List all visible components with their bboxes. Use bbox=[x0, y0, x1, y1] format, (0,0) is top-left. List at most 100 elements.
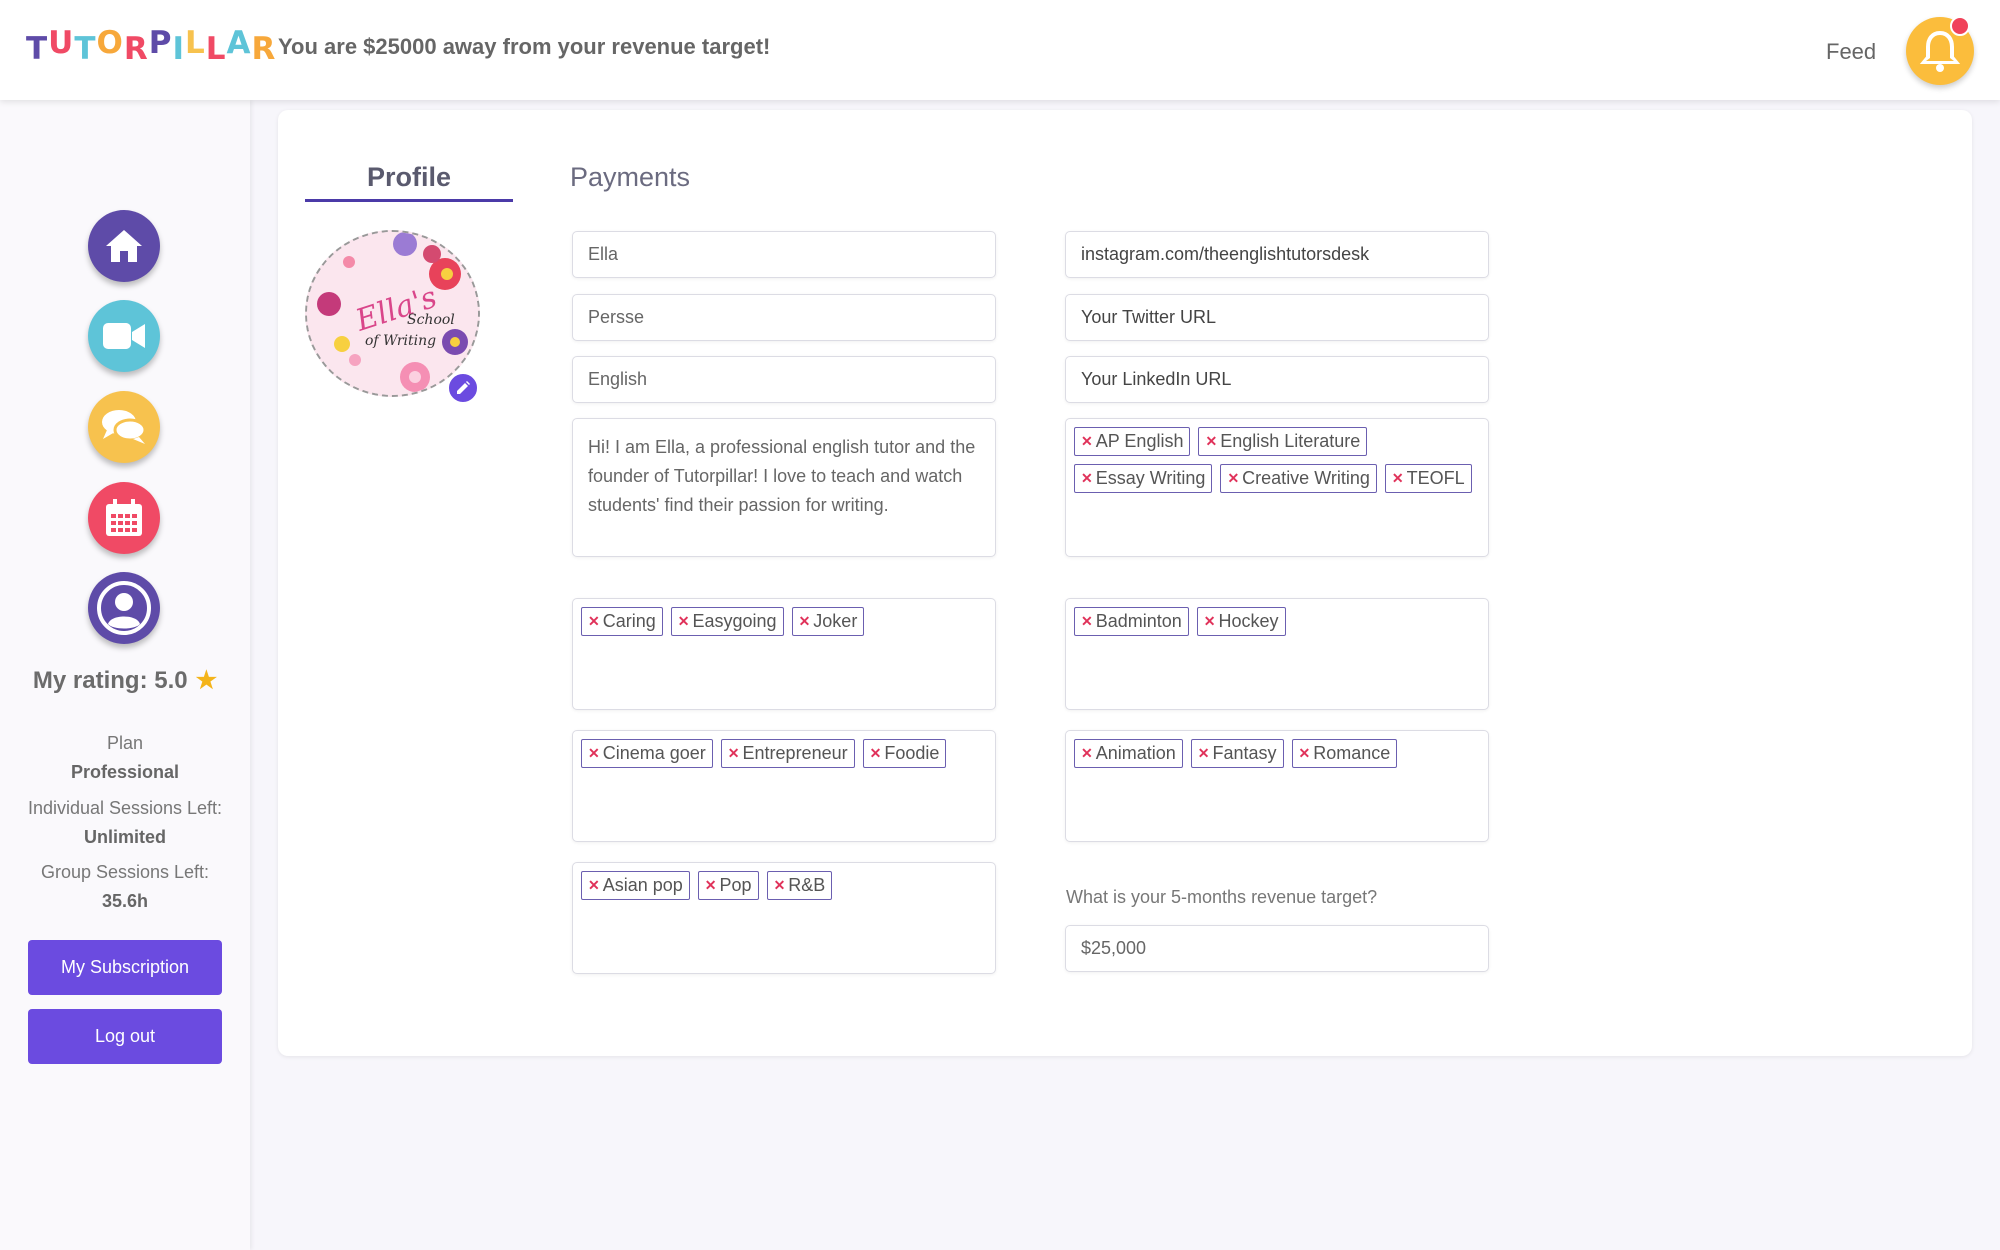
tag-chip[interactable]: ✕ English Literature bbox=[1198, 427, 1368, 456]
tag-label: TEOFL bbox=[1406, 468, 1465, 488]
plan-value: Professional bbox=[70, 762, 180, 782]
calendar-icon bbox=[106, 499, 142, 536]
tag-chip[interactable]: ✕ Caring bbox=[581, 607, 663, 636]
tag-chip[interactable]: ✕ Fantasy bbox=[1190, 739, 1284, 768]
linkedin-field[interactable]: Your LinkedIn URL bbox=[1065, 356, 1489, 403]
remove-tag-icon[interactable]: ✕ bbox=[1081, 433, 1093, 450]
active-tab-indicator bbox=[305, 199, 513, 202]
tag-label: Fantasy bbox=[1212, 743, 1277, 763]
tag-label: Entrepreneur bbox=[742, 743, 848, 763]
tag-chip[interactable]: ✕ Creative Writing bbox=[1220, 464, 1377, 493]
instagram-field[interactable]: instagram.com/theenglishtutorsdesk bbox=[1065, 231, 1489, 278]
tag-chip[interactable]: ✕ Entrepreneur bbox=[720, 739, 855, 768]
tag-label: Joker bbox=[813, 611, 858, 631]
tag-chip[interactable]: ✕ TEOFL bbox=[1384, 464, 1472, 493]
logo-letter: T bbox=[26, 31, 49, 67]
tag-chip[interactable]: ✕ Pop bbox=[697, 871, 759, 900]
logo-letter: I bbox=[172, 31, 186, 67]
remove-tag-icon[interactable]: ✕ bbox=[588, 745, 600, 762]
remove-tag-icon[interactable]: ✕ bbox=[1204, 613, 1216, 630]
tag-chip[interactable]: ✕ Animation bbox=[1074, 739, 1183, 768]
nav-video-button[interactable] bbox=[88, 300, 160, 372]
pencil-icon bbox=[457, 381, 470, 394]
avatar-text-line2: School bbox=[407, 312, 455, 328]
remove-tag-icon[interactable]: ✕ bbox=[588, 877, 600, 894]
avatar[interactable]: Ella's School of Writing bbox=[305, 230, 480, 397]
tutorpillar-logo[interactable]: TUTORPILLAR bbox=[26, 25, 277, 67]
tag-chip[interactable]: ✕ Foodie bbox=[862, 739, 947, 768]
tag-chip[interactable]: ✕ Easygoing bbox=[670, 607, 784, 636]
tab-payments[interactable]: Payments bbox=[570, 162, 690, 193]
revenue-target-field[interactable]: $25,000 bbox=[1065, 925, 1489, 972]
tag-label: Caring bbox=[602, 611, 656, 631]
feed-link[interactable]: Feed bbox=[1826, 39, 1876, 65]
remove-tag-icon[interactable]: ✕ bbox=[1392, 470, 1404, 487]
tag-chip[interactable]: ✕ AP English bbox=[1074, 427, 1191, 456]
tag-chip[interactable]: ✕ R&B bbox=[766, 871, 833, 900]
tag-chip[interactable]: ✕ Romance bbox=[1291, 739, 1398, 768]
tag-chip[interactable]: ✕ Badminton bbox=[1074, 607, 1189, 636]
remove-tag-icon[interactable]: ✕ bbox=[1205, 433, 1217, 450]
tag-chip[interactable]: ✕ Asian pop bbox=[581, 871, 690, 900]
tag-label: Badminton bbox=[1095, 611, 1182, 631]
remove-tag-icon[interactable]: ✕ bbox=[870, 745, 882, 762]
specialties-tags-field[interactable]: ✕ AP English ✕ English Literature ✕ Essay Wri… bbox=[1065, 418, 1489, 557]
remove-tag-icon[interactable]: ✕ bbox=[588, 613, 600, 630]
logo-letter: P bbox=[148, 25, 173, 61]
tag-label: AP English bbox=[1095, 431, 1184, 451]
tag-chip[interactable]: ✕ Essay Writing bbox=[1074, 464, 1213, 493]
remove-tag-icon[interactable]: ✕ bbox=[1198, 745, 1210, 762]
remove-tag-icon[interactable]: ✕ bbox=[1227, 470, 1239, 487]
individual-sessions-value: Unlimited bbox=[83, 827, 166, 847]
music-tags-field[interactable]: ✕ Asian pop ✕ Pop ✕ R&B bbox=[572, 862, 996, 974]
tag-chip[interactable]: ✕ Hockey bbox=[1196, 607, 1286, 636]
nav-chat-button[interactable] bbox=[88, 391, 160, 463]
interests-tags-field[interactable]: ✕ Cinema goer ✕ Entrepreneur ✕ Foodie bbox=[572, 730, 996, 842]
remove-tag-icon[interactable]: ✕ bbox=[1299, 745, 1311, 762]
remove-tag-icon[interactable]: ✕ bbox=[1081, 470, 1093, 487]
tag-label: Cinema goer bbox=[602, 743, 706, 763]
tab-profile[interactable]: Profile bbox=[305, 162, 513, 193]
nav-profile-button[interactable] bbox=[88, 572, 160, 644]
rating-label: My rating: 5.0 bbox=[32, 667, 188, 694]
logout-button[interactable]: Log out bbox=[28, 1009, 222, 1064]
bio-textarea[interactable]: Hi! I am Ella, a professional english tu… bbox=[572, 418, 996, 557]
tag-label: Pop bbox=[719, 875, 752, 895]
sports-tags-field[interactable]: ✕ Badminton ✕ Hockey bbox=[1065, 598, 1489, 710]
logo-letter: O bbox=[96, 25, 124, 61]
notification-dot bbox=[1950, 16, 1970, 36]
top-header: TUTORPILLAR You are $25000 away from you… bbox=[0, 0, 2000, 100]
remove-tag-icon[interactable]: ✕ bbox=[728, 745, 740, 762]
tag-label: R&B bbox=[788, 875, 826, 895]
nav-home-button[interactable] bbox=[88, 210, 160, 282]
remove-tag-icon[interactable]: ✕ bbox=[1081, 613, 1093, 630]
tag-label: Foodie bbox=[884, 743, 940, 763]
tag-label: Creative Writing bbox=[1242, 468, 1370, 488]
my-subscription-button[interactable]: My Subscription bbox=[28, 940, 222, 995]
genres-tags-field[interactable]: ✕ Animation ✕ Fantasy ✕ Romance bbox=[1065, 730, 1489, 842]
remove-tag-icon[interactable]: ✕ bbox=[1081, 745, 1093, 762]
twitter-field[interactable]: Your Twitter URL bbox=[1065, 294, 1489, 341]
nav-calendar-button[interactable] bbox=[88, 482, 160, 554]
last-name-field[interactable]: Persse bbox=[572, 294, 996, 341]
logo-letter: U bbox=[48, 25, 75, 61]
tag-chip[interactable]: ✕ Cinema goer bbox=[581, 739, 713, 768]
first-name-field[interactable]: Ella bbox=[572, 231, 996, 278]
logo-letter: T bbox=[74, 31, 97, 67]
remove-tag-icon[interactable]: ✕ bbox=[705, 877, 717, 894]
home-icon bbox=[106, 230, 142, 262]
tag-label: Romance bbox=[1313, 743, 1391, 763]
logo-letter: R bbox=[251, 31, 277, 67]
chat-icon bbox=[102, 410, 147, 444]
logo-letter: A bbox=[226, 25, 252, 61]
personality-tags-field[interactable]: ✕ Caring ✕ Easygoing ✕ Joker bbox=[572, 598, 996, 710]
remove-tag-icon[interactable]: ✕ bbox=[678, 613, 690, 630]
subject-field[interactable]: English bbox=[572, 356, 996, 403]
group-sessions-value: 35.6h bbox=[101, 891, 149, 911]
tag-label: Hockey bbox=[1218, 611, 1279, 631]
tag-chip[interactable]: ✕ Joker bbox=[791, 607, 865, 636]
edit-avatar-button[interactable] bbox=[446, 371, 480, 405]
remove-tag-icon[interactable]: ✕ bbox=[774, 877, 786, 894]
individual-sessions-label: Individual Sessions Left: bbox=[27, 798, 223, 818]
remove-tag-icon[interactable]: ✕ bbox=[799, 613, 811, 630]
